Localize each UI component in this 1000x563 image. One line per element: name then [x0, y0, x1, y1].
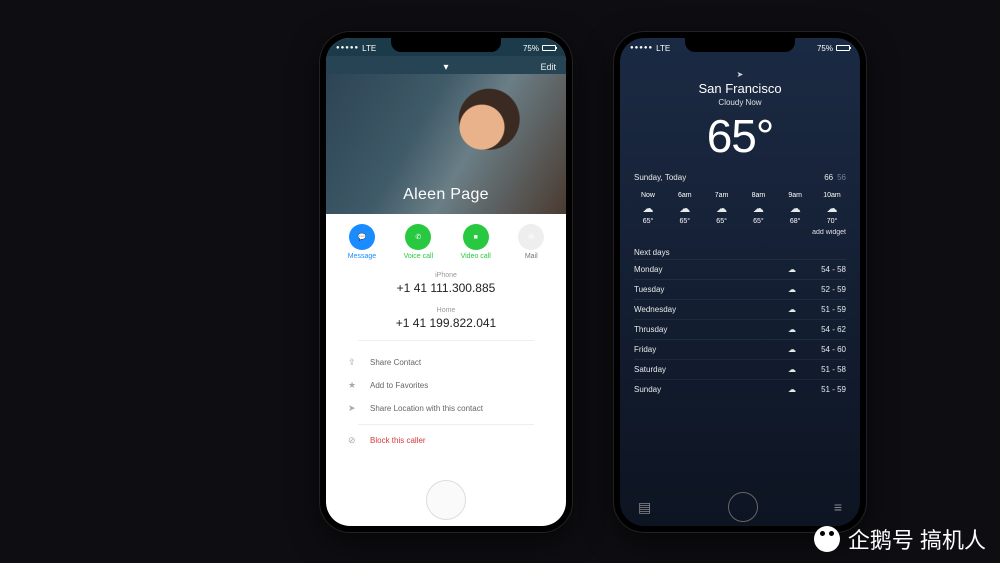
notch [685, 38, 795, 52]
row-label: Add to Favorites [370, 381, 428, 390]
contact-hero: ▾ Edit Aleen Page [326, 56, 566, 214]
contact-name: Aleen Page [326, 186, 566, 204]
menu-icon[interactable]: ≡ [834, 499, 842, 515]
bottom-bar: ▤ ≡ [620, 488, 860, 526]
cloud-icon: ☁ [782, 305, 802, 314]
carrier-label: LTE [362, 44, 376, 53]
battery-icon [542, 45, 556, 51]
divider [358, 424, 534, 425]
number-value: +1 41 199.822.041 [326, 316, 566, 330]
share-location-row[interactable]: ➤ Share Location with this contact [326, 397, 566, 420]
share-icon: ⇪ [348, 357, 360, 368]
hour-column: 6am☁65° [669, 192, 701, 225]
cloud-icon: ☁ [782, 385, 802, 394]
weather-temp: 65° [620, 109, 860, 163]
hour-column: 8am☁65° [742, 192, 774, 225]
day-row: Monday☁54 - 58 [634, 259, 846, 279]
day-row: Saturday☁51 - 58 [634, 359, 846, 379]
cloud-icon: ☁ [816, 202, 848, 215]
action-label: Mail [518, 253, 544, 260]
daily-forecast[interactable]: Monday☁54 - 58Tuesday☁52 - 59Wednesday☁5… [620, 259, 860, 399]
home-button[interactable] [426, 480, 466, 520]
day-row: Tuesday☁52 - 59 [634, 279, 846, 299]
video-icon: ■ [463, 224, 489, 250]
home-button[interactable] [728, 492, 758, 522]
cloud-icon: ☁ [782, 325, 802, 334]
day-row: Thrusday☁54 - 62 [634, 319, 846, 339]
block-caller-row[interactable]: ⊘ Block this caller [326, 429, 566, 452]
action-label: Video call [461, 253, 491, 260]
signal-icon: ●●●●● [336, 45, 359, 51]
cloud-icon: ☁ [742, 202, 774, 215]
watermark: 企鹅号 搞机人 [814, 523, 986, 555]
contact-actions: 💬 Message ✆ Voice call ■ Video call ✉ Ma… [326, 214, 566, 266]
penguin-icon [814, 526, 840, 552]
cloud-icon: ☁ [782, 265, 802, 274]
action-label: Message [348, 253, 376, 260]
today-header: Sunday, Today 66 56 [620, 169, 860, 186]
hourly-forecast[interactable]: Now☁65°6am☁65°7am☁65°8am☁65°9am☁68°10am☁… [620, 186, 860, 227]
notch [391, 38, 501, 52]
location-icon: ➤ [620, 70, 860, 79]
cloud-icon: ☁ [706, 202, 738, 215]
row-label: Share Location with this contact [370, 404, 483, 413]
hour-column: Now☁65° [632, 192, 664, 225]
battery-icon [836, 45, 850, 51]
video-call-button[interactable]: ■ Video call [461, 224, 491, 260]
today-lo: 56 [837, 173, 846, 182]
weather-city: San Francisco [620, 81, 860, 96]
battery-label: 75% [817, 44, 833, 53]
weather-condition: Cloudy Now [620, 98, 860, 107]
cloud-icon: ☁ [782, 345, 802, 354]
row-label: Block this caller [370, 436, 426, 445]
phone-mockup-contact: ●●●●● LTE 9:41 PM 75% ▾ Edit Aleen Page … [320, 32, 572, 532]
cloud-icon: ☁ [779, 202, 811, 215]
divider [358, 340, 534, 341]
signal-icon: ●●●●● [630, 45, 653, 51]
today-hi: 66 [824, 173, 833, 182]
cloud-icon: ☁ [669, 202, 701, 215]
cloud-icon: ☁ [782, 285, 802, 294]
location-icon: ➤ [348, 403, 360, 414]
hour-column: 7am☁65° [706, 192, 738, 225]
block-icon: ⊘ [348, 435, 360, 446]
day-row: Sunday☁51 - 59 [634, 379, 846, 399]
edit-button[interactable]: Edit [540, 62, 556, 72]
day-row: Friday☁54 - 60 [634, 339, 846, 359]
today-label: Sunday, Today [634, 173, 686, 182]
carrier-label: LTE [656, 44, 670, 53]
list-icon[interactable]: ▤ [638, 499, 651, 516]
number-label: Home [326, 307, 566, 314]
share-contact-row[interactable]: ⇪ Share Contact [326, 351, 566, 374]
message-icon: 💬 [349, 224, 375, 250]
cloud-icon: ☁ [632, 202, 664, 215]
voice-call-button[interactable]: ✆ Voice call [404, 224, 434, 260]
day-row: Wednesday☁51 - 59 [634, 299, 846, 319]
mail-button[interactable]: ✉ Mail [518, 224, 544, 260]
mail-icon: ✉ [518, 224, 544, 250]
phone-number-iphone[interactable]: iPhone +1 41 111.300.885 [326, 266, 566, 301]
phone-number-home[interactable]: Home +1 41 199.822.041 [326, 301, 566, 336]
star-icon: ★ [348, 380, 360, 391]
add-favorites-row[interactable]: ★ Add to Favorites [326, 374, 566, 397]
next-days-label: Next days [620, 242, 860, 259]
watermark-text: 企鹅号 搞机人 [848, 523, 986, 555]
add-widget-link[interactable]: add widget [620, 227, 860, 242]
number-label: iPhone [326, 272, 566, 279]
row-label: Share Contact [370, 358, 421, 367]
number-value: +1 41 111.300.885 [326, 281, 566, 295]
battery-label: 75% [523, 44, 539, 53]
cloud-icon: ☁ [782, 365, 802, 374]
hour-column: 9am☁68° [779, 192, 811, 225]
message-button[interactable]: 💬 Message [348, 224, 376, 260]
action-label: Voice call [404, 253, 434, 260]
phone-icon: ✆ [405, 224, 431, 250]
chevron-down-icon[interactable]: ▾ [443, 62, 448, 73]
hour-column: 10am☁70° [816, 192, 848, 225]
weather-header: ➤ San Francisco Cloudy Now 65° [620, 56, 860, 169]
phone-mockup-weather: ●●●●● LTE 9:41 PM 75% ➤ San Francisco Cl… [614, 32, 866, 532]
